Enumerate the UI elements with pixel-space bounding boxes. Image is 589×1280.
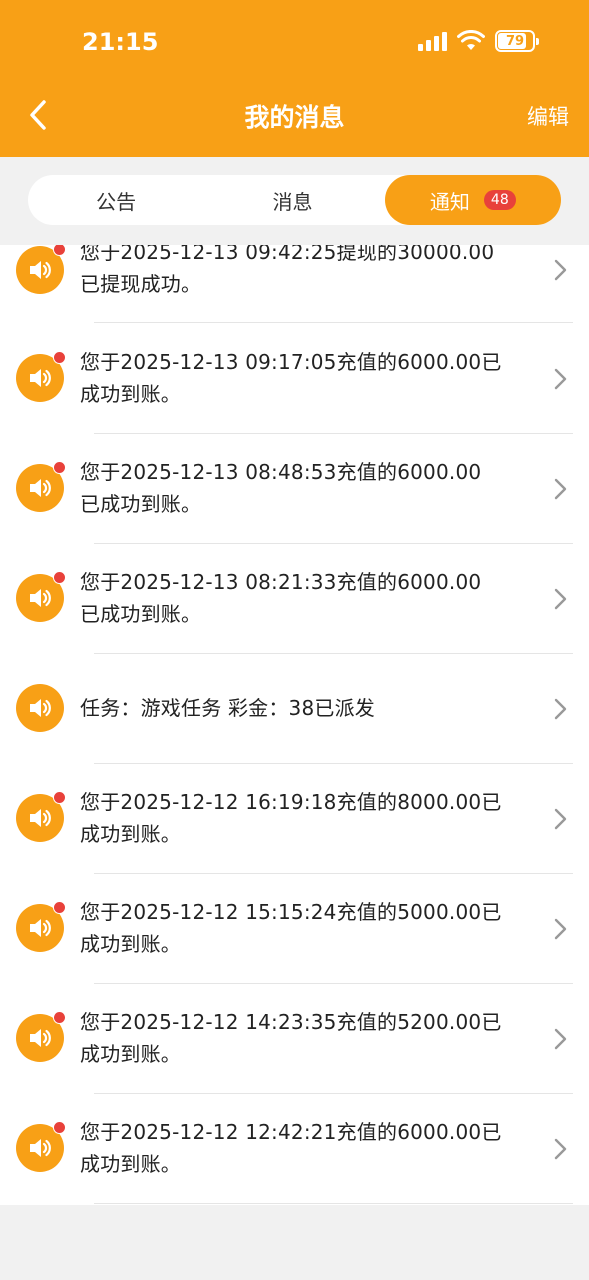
chevron-right-icon <box>554 1028 567 1050</box>
notification-text: 您于2025-12-12 12:42:21充值的6000.00已 成功到账。 <box>80 1120 502 1176</box>
notification-item[interactable]: 您于2025-12-13 09:17:05充值的6000.00已 成功到账。 <box>0 323 589 433</box>
speaker-icon <box>16 901 66 952</box>
chevron-right-icon <box>554 588 567 610</box>
tab-messages[interactable]: 消息 <box>204 175 380 225</box>
chevron-right-icon <box>554 808 567 830</box>
edit-button[interactable]: 编辑 <box>527 101 569 131</box>
unread-dot <box>53 791 66 804</box>
status-time: 21:15 <box>82 28 159 56</box>
chevron-right-icon <box>554 918 567 940</box>
cellular-signal-icon <box>418 31 447 51</box>
wifi-icon <box>457 30 485 50</box>
tab-label: 消息 <box>272 189 313 214</box>
notification-item[interactable]: 您于2025-12-12 12:42:21充值的6000.00已 成功到账。 <box>0 1093 589 1203</box>
notification-item[interactable]: 您于2025-12-13 09:42:25提现的30000.00 已提现成功。 <box>0 245 589 322</box>
unread-dot <box>53 245 66 256</box>
tab-bar: 公告 消息 通知 48 <box>28 175 561 225</box>
speaker-icon <box>16 684 64 732</box>
divider <box>94 1203 573 1204</box>
unread-dot <box>53 1011 66 1024</box>
speaker-icon <box>16 245 66 294</box>
notification-text: 您于2025-12-13 09:17:05充值的6000.00已 成功到账。 <box>80 350 502 406</box>
chevron-right-icon <box>554 259 567 281</box>
page-title: 我的消息 <box>244 103 345 132</box>
chevron-right-icon <box>554 478 567 500</box>
notification-item[interactable]: 您于2025-12-12 15:15:24充值的5000.00已 成功到账。 <box>0 873 589 983</box>
battery-level: 79 <box>505 33 525 49</box>
speaker-icon <box>16 791 66 842</box>
notification-text: 您于2025-12-12 15:15:24充值的5000.00已 成功到账。 <box>80 900 502 956</box>
tab-label: 通知 <box>429 189 470 214</box>
chevron-right-icon <box>554 698 567 720</box>
notification-item[interactable]: 您于2025-12-12 14:23:35充值的5200.00已 成功到账。 <box>0 983 589 1093</box>
unread-dot <box>53 1121 66 1134</box>
unread-dot <box>53 901 66 914</box>
unread-dot <box>53 571 66 584</box>
unread-count-badge: 48 <box>483 190 516 210</box>
tab-notifications[interactable]: 通知 48 <box>384 175 561 225</box>
unread-dot <box>53 461 66 474</box>
notification-text: 任务：游戏任务 彩金：38已派发 <box>80 696 376 720</box>
notification-text: 您于2025-12-13 09:42:25提现的30000.00 已提现成功。 <box>80 245 495 296</box>
unread-dot <box>53 351 66 364</box>
notification-item[interactable]: 您于2025-12-12 16:19:18充值的8000.00已 成功到账。 <box>0 763 589 873</box>
notification-item[interactable]: 您于2025-12-13 08:21:33充值的6000.00 已成功到账。 <box>0 543 589 653</box>
notification-list: 您于2025-12-13 09:42:25提现的30000.00 已提现成功。 您… <box>0 245 589 1205</box>
notification-text: 您于2025-12-12 14:23:35充值的5200.00已 成功到账。 <box>80 1010 502 1066</box>
notification-text: 您于2025-12-12 16:19:18充值的8000.00已 成功到账。 <box>80 790 502 846</box>
notification-text: 您于2025-12-13 08:48:53充值的6000.00 已成功到账。 <box>80 460 482 516</box>
speaker-icon <box>16 1011 66 1062</box>
speaker-icon <box>16 461 66 512</box>
notification-text: 您于2025-12-13 08:21:33充值的6000.00 已成功到账。 <box>80 570 482 626</box>
tab-label: 公告 <box>96 189 137 214</box>
chevron-right-icon <box>554 368 567 390</box>
speaker-icon <box>16 571 66 622</box>
chevron-right-icon <box>554 1138 567 1160</box>
status-icons: 79 <box>418 30 539 52</box>
app-header: 21:15 79 我的消息 编辑 <box>0 0 589 157</box>
notification-item[interactable]: 您于2025-12-13 08:48:53充值的6000.00 已成功到账。 <box>0 433 589 543</box>
battery-icon: 79 <box>495 30 539 52</box>
tab-announcements[interactable]: 公告 <box>28 175 204 225</box>
speaker-icon <box>16 1121 66 1172</box>
speaker-icon <box>16 351 66 402</box>
notification-item[interactable]: 任务：游戏任务 彩金：38已派发 <box>0 653 589 763</box>
tab-bar-container: 公告 消息 通知 48 <box>0 157 589 245</box>
